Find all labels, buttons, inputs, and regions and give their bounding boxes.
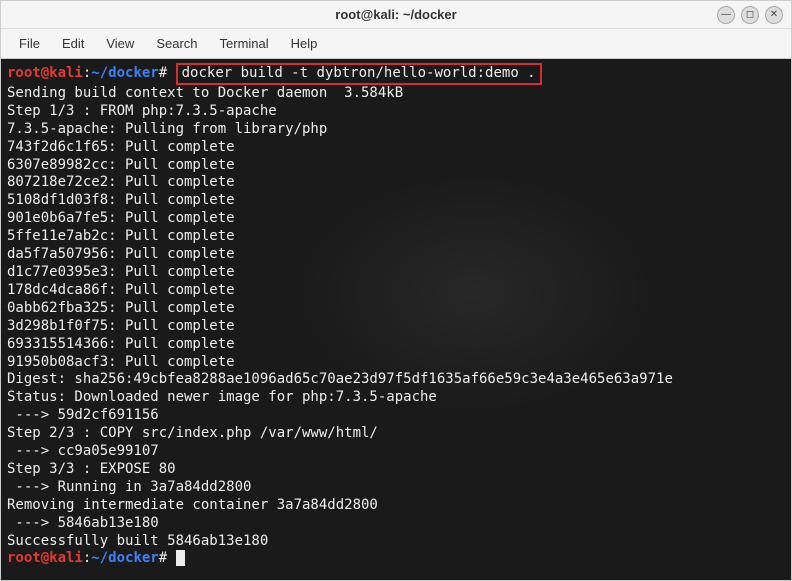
output-line: Removing intermediate container 3a7a84dd… bbox=[7, 497, 785, 515]
output-line: Status: Downloaded newer image for php:7… bbox=[7, 389, 785, 407]
output-line: Successfully built 5846ab13e180 bbox=[7, 533, 785, 551]
prompt-path: ~/docker bbox=[91, 550, 158, 566]
close-button[interactable]: ✕ bbox=[765, 6, 783, 24]
titlebar: root@kali: ~/docker — ◻ ✕ bbox=[1, 1, 791, 29]
menu-view[interactable]: View bbox=[96, 33, 144, 54]
menu-help[interactable]: Help bbox=[281, 33, 328, 54]
output-line: Sending build context to Docker daemon 3… bbox=[7, 85, 785, 103]
output-line: 6307e89982cc: Pull complete bbox=[7, 157, 785, 175]
output-line: 7.3.5-apache: Pulling from library/php bbox=[7, 121, 785, 139]
prompt-user: root@kali bbox=[7, 550, 83, 566]
output-line: 178dc4dca86f: Pull complete bbox=[7, 282, 785, 300]
output-line: ---> 59d2cf691156 bbox=[7, 407, 785, 425]
output-line: ---> cc9a05e99107 bbox=[7, 443, 785, 461]
output-line: ---> Running in 3a7a84dd2800 bbox=[7, 479, 785, 497]
output-line: 5ffe11e7ab2c: Pull complete bbox=[7, 228, 785, 246]
output-line: da5f7a507956: Pull complete bbox=[7, 246, 785, 264]
output-line: 5108df1d03f8: Pull complete bbox=[7, 192, 785, 210]
prompt-path: ~/docker bbox=[91, 65, 158, 81]
output-line: 91950b08acf3: Pull complete bbox=[7, 354, 785, 372]
output-line: d1c77e0395e3: Pull complete bbox=[7, 264, 785, 282]
output-line: 693315514366: Pull complete bbox=[7, 336, 785, 354]
terminal-window: root@kali: ~/docker — ◻ ✕ File Edit View… bbox=[0, 0, 792, 581]
output-line: 743f2d6c1f65: Pull complete bbox=[7, 139, 785, 157]
highlighted-command: docker build -t dybtron/hello-world:demo… bbox=[176, 63, 542, 85]
menu-file[interactable]: File bbox=[9, 33, 50, 54]
output-line: Step 3/3 : EXPOSE 80 bbox=[7, 461, 785, 479]
output-line: 807218e72ce2: Pull complete bbox=[7, 174, 785, 192]
output-line: Step 2/3 : COPY src/index.php /var/www/h… bbox=[7, 425, 785, 443]
prompt-hash: # bbox=[159, 65, 167, 81]
output-line: 901e0b6a7fe5: Pull complete bbox=[7, 210, 785, 228]
menu-terminal[interactable]: Terminal bbox=[210, 33, 279, 54]
menubar: File Edit View Search Terminal Help bbox=[1, 29, 791, 59]
output-line: 0abb62fba325: Pull complete bbox=[7, 300, 785, 318]
prompt-user: root@kali bbox=[7, 65, 83, 81]
menu-search[interactable]: Search bbox=[146, 33, 207, 54]
output-line: Step 1/3 : FROM php:7.3.5-apache bbox=[7, 103, 785, 121]
prompt-line-1: root@kali:~/docker# docker build -t dybt… bbox=[7, 63, 785, 85]
cursor-icon bbox=[176, 550, 185, 566]
minimize-button[interactable]: — bbox=[717, 6, 735, 24]
menu-edit[interactable]: Edit bbox=[52, 33, 94, 54]
prompt-line-2: root@kali:~/docker# bbox=[7, 550, 785, 568]
maximize-button[interactable]: ◻ bbox=[741, 6, 759, 24]
window-controls: — ◻ ✕ bbox=[717, 6, 783, 24]
output-line: Digest: sha256:49cbfea8288ae1096ad65c70a… bbox=[7, 371, 785, 389]
output-line: 3d298b1f0f75: Pull complete bbox=[7, 318, 785, 336]
prompt-hash: # bbox=[159, 550, 167, 566]
window-title: root@kali: ~/docker bbox=[335, 7, 456, 22]
terminal-body[interactable]: root@kali:~/docker# docker build -t dybt… bbox=[1, 59, 791, 580]
output-line: ---> 5846ab13e180 bbox=[7, 515, 785, 533]
